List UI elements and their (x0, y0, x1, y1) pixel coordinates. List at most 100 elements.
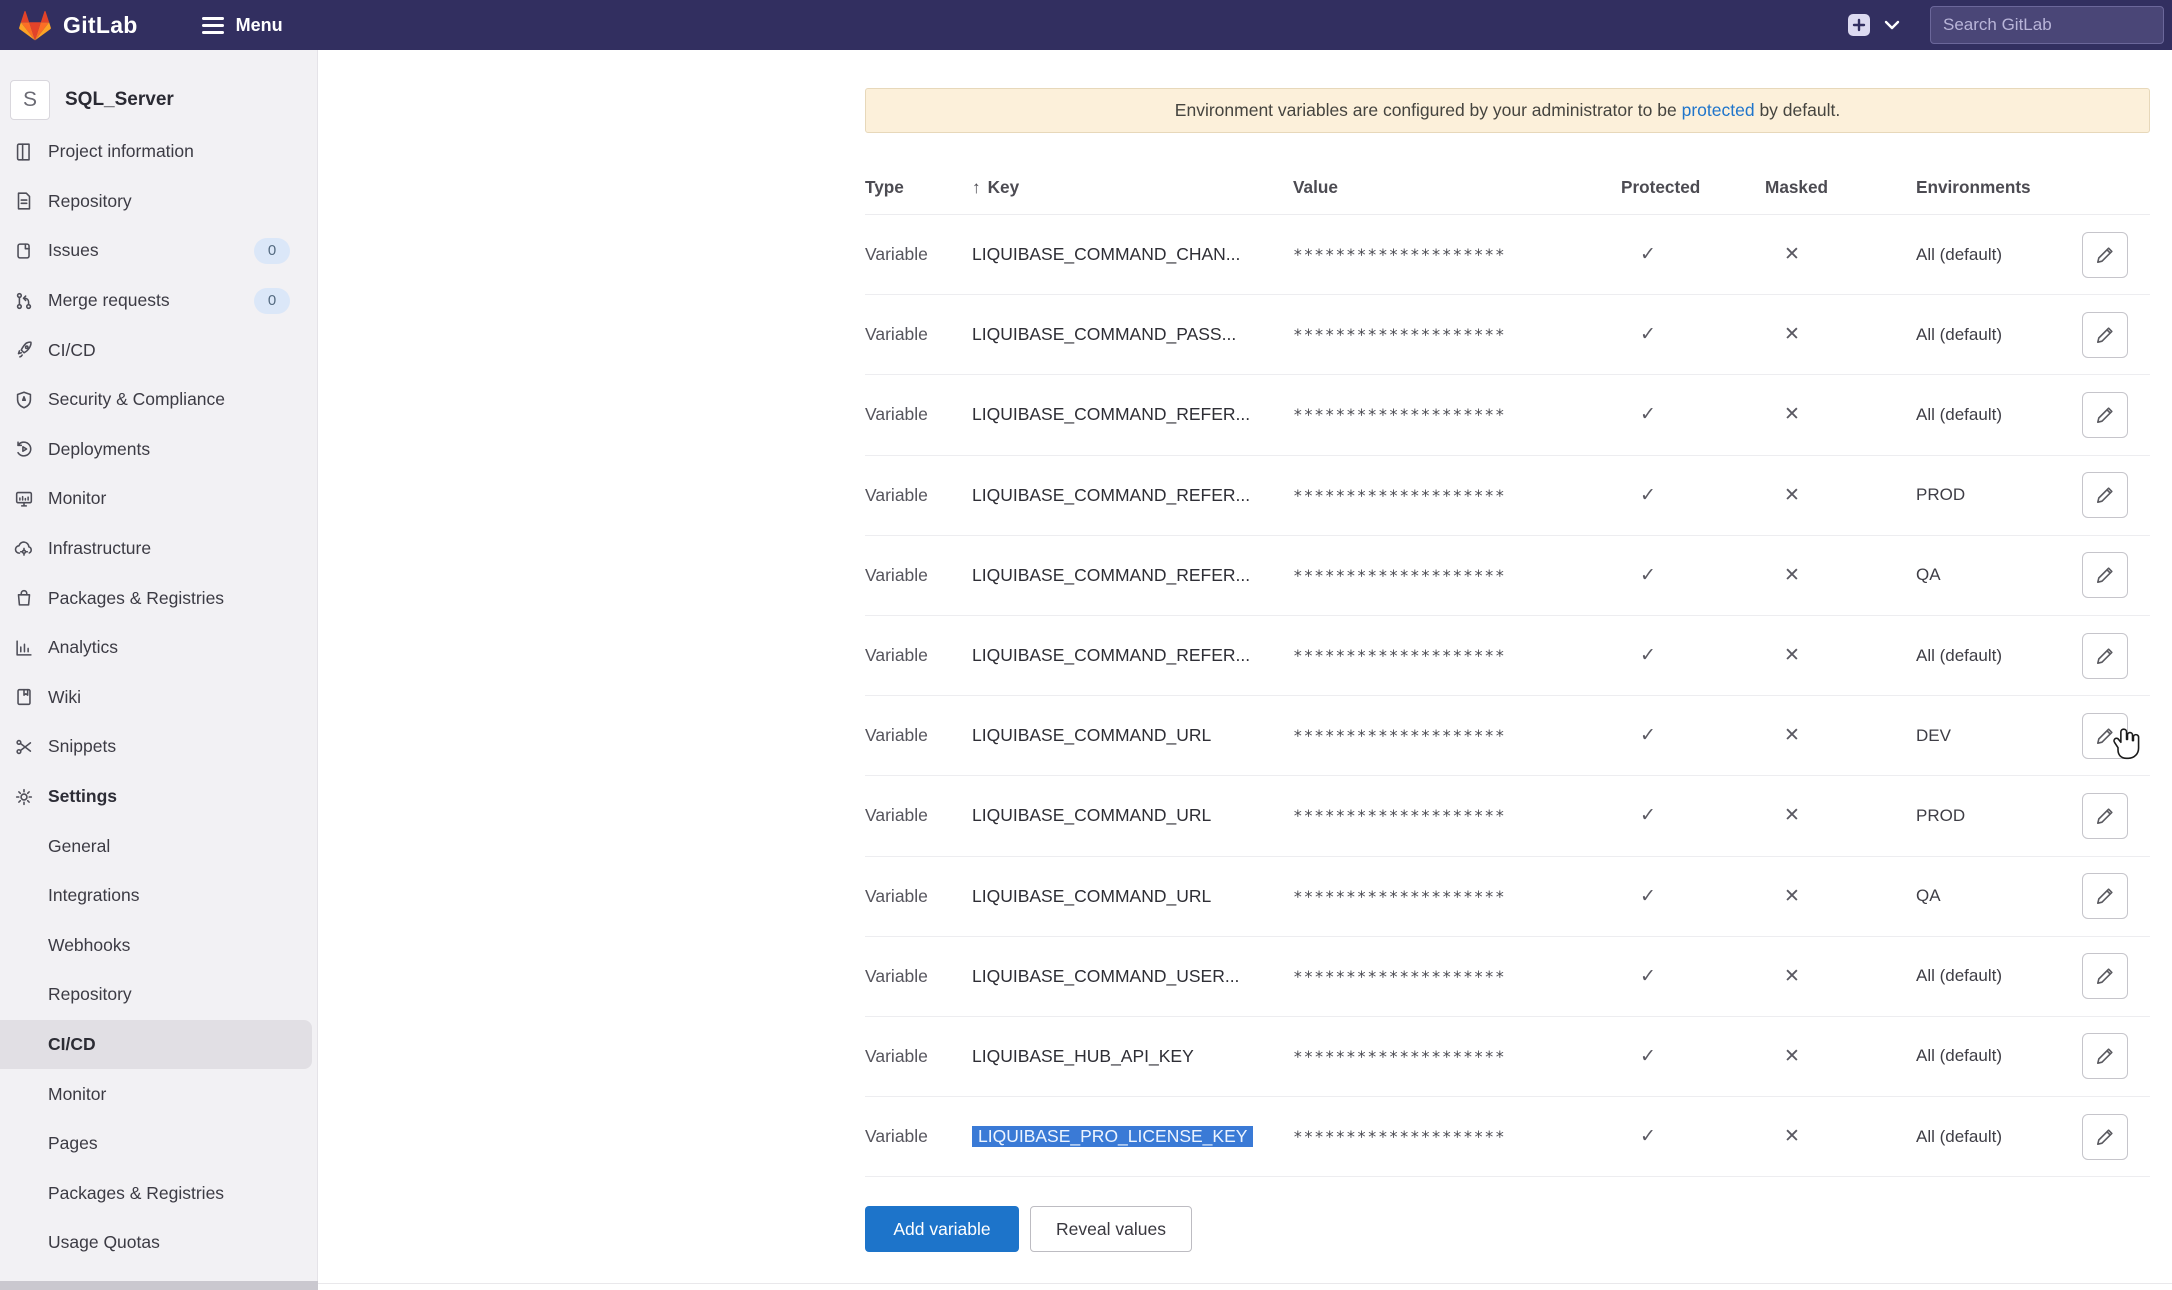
edit-variable-button[interactable] (2082, 552, 2128, 598)
table-actions: Add variable Reveal values (865, 1206, 1192, 1252)
protected-cell: ✓ (1621, 484, 1765, 507)
sidebar-item-monitor[interactable]: Monitor (0, 474, 318, 524)
sidebar-item-repository[interactable]: Repository (0, 177, 318, 227)
pencil-icon (2095, 1127, 2115, 1147)
protected-link[interactable]: protected (1682, 100, 1755, 121)
repository-icon (13, 190, 35, 212)
sidebar-item-merge-requests[interactable]: Merge requests0 (0, 276, 318, 326)
key-text: LIQUIBASE_HUB_API_KEY (972, 1046, 1194, 1066)
sidebar-item-label: Snippets (48, 736, 318, 757)
cross-icon: ✕ (1779, 323, 1805, 346)
variable-masked-value: ******************** (1293, 646, 1621, 665)
sidebar-item-ci-cd[interactable]: CI/CD (0, 325, 318, 375)
protected-cell: ✓ (1621, 1045, 1765, 1068)
project-avatar[interactable]: S (10, 80, 50, 120)
header-key[interactable]: ↑Key (972, 177, 1293, 198)
sidebar-item-snippets[interactable]: Snippets (0, 722, 318, 772)
sidebar-item-deployments[interactable]: Deployments (0, 425, 318, 475)
variable-key: LIQUIBASE_HUB_API_KEY (972, 1046, 1293, 1067)
variable-key: LIQUIBASE_COMMAND_CHAN... (972, 244, 1293, 265)
variable-masked-value: ******************** (1293, 806, 1621, 825)
edit-variable-button[interactable] (2082, 472, 2128, 518)
sidebar-item-label: Merge requests (48, 290, 254, 311)
header-value[interactable]: Value (1293, 177, 1621, 198)
sidebar-subitem-pages[interactable]: Pages (0, 1119, 318, 1169)
sidebar-subitem-usage-quotas[interactable]: Usage Quotas (0, 1218, 318, 1268)
edit-variable-button[interactable] (2082, 633, 2128, 679)
edit-variable-button[interactable] (2082, 1033, 2128, 1079)
variable-masked-value: ******************** (1293, 566, 1621, 585)
header-environments[interactable]: Environments (1916, 177, 2080, 198)
edit-variable-button[interactable] (2082, 312, 2128, 358)
pencil-icon (2095, 966, 2115, 986)
sidebar-item-analytics[interactable]: Analytics (0, 623, 318, 673)
table-row: VariableLIQUIBASE_HUB_API_KEY***********… (865, 1017, 2150, 1097)
sidebar-item-packages-registries[interactable]: Packages & Registries (0, 573, 318, 623)
sidebar-scrollbar[interactable] (0, 1281, 318, 1290)
sidebar-subitem-general[interactable]: General (0, 821, 318, 871)
infrastructure-icon (13, 538, 35, 560)
sidebar-item-settings[interactable]: Settings (0, 772, 318, 822)
check-icon: ✓ (1635, 1125, 1661, 1148)
sidebar-item-security-compliance[interactable]: Security & Compliance (0, 375, 318, 425)
masked-cell: ✕ (1765, 965, 1916, 988)
main-content: Environment variables are configured by … (318, 50, 2172, 1290)
gitlab-brand[interactable]: GitLab (18, 9, 138, 42)
variable-masked-value: ******************** (1293, 967, 1621, 986)
header-masked[interactable]: Masked (1765, 177, 1916, 198)
sidebar-subitem-monitor[interactable]: Monitor (0, 1069, 318, 1119)
variable-key: LIQUIBASE_PRO_LICENSE_KEY (972, 1126, 1293, 1147)
edit-variable-button[interactable] (2082, 232, 2128, 278)
reveal-values-button[interactable]: Reveal values (1030, 1206, 1192, 1252)
key-text: LIQUIBASE_COMMAND_REFER... (972, 565, 1250, 585)
edit-variable-button[interactable] (2082, 1114, 2128, 1160)
variable-type: Variable (865, 645, 972, 666)
table-row: VariableLIQUIBASE_COMMAND_REFER...******… (865, 616, 2150, 696)
search-box[interactable] (1930, 6, 2164, 44)
edit-variable-button[interactable] (2082, 392, 2128, 438)
variable-masked-value: ******************** (1293, 405, 1621, 424)
sidebar-item-issues[interactable]: Issues0 (0, 226, 318, 276)
sidebar-subitem-label: General (48, 836, 318, 857)
add-variable-button[interactable]: Add variable (865, 1206, 1019, 1252)
project-name[interactable]: SQL_Server (65, 89, 174, 111)
variable-key: LIQUIBASE_COMMAND_URL (972, 886, 1293, 907)
pencil-icon (2095, 726, 2115, 746)
menu-button[interactable]: Menu (202, 15, 283, 36)
edit-variable-button[interactable] (2082, 793, 2128, 839)
protected-cell: ✓ (1621, 724, 1765, 747)
sort-ascending-icon: ↑ (972, 177, 981, 197)
sidebar-subitem-integrations[interactable]: Integrations (0, 871, 318, 921)
new-menu-button[interactable] (1848, 14, 1870, 36)
pencil-icon (2095, 325, 2115, 345)
merge-requests-icon (13, 290, 35, 312)
check-icon: ✓ (1635, 564, 1661, 587)
deployments-icon (13, 438, 35, 460)
sidebar-subitem-label: Usage Quotas (48, 1232, 318, 1253)
cross-icon: ✕ (1779, 885, 1805, 908)
variable-type: Variable (865, 886, 972, 907)
sidebar-subitem-packages-registries[interactable]: Packages & Registries (0, 1168, 318, 1218)
chevron-down-icon[interactable] (1884, 20, 1900, 30)
search-input[interactable] (1931, 15, 2163, 35)
variable-environment-scope: QA (1916, 886, 2080, 906)
sidebar-item-project-information[interactable]: Project information (0, 127, 318, 177)
sidebar-item-wiki[interactable]: Wiki (0, 673, 318, 723)
table-row: VariableLIQUIBASE_COMMAND_REFER...******… (865, 375, 2150, 455)
sidebar-item-label: Wiki (48, 687, 318, 708)
header-protected[interactable]: Protected (1621, 177, 1765, 198)
masked-cell: ✕ (1765, 243, 1916, 266)
sidebar-subitem-label: Webhooks (48, 935, 318, 956)
edit-variable-button[interactable] (2082, 873, 2128, 919)
sidebar-subitem-label: Monitor (48, 1084, 318, 1105)
header-type[interactable]: Type (865, 177, 972, 198)
protected-variables-banner: Environment variables are configured by … (865, 88, 2150, 133)
sidebar: S SQL_Server Project informationReposito… (0, 50, 318, 1290)
sidebar-subitem-webhooks[interactable]: Webhooks (0, 921, 318, 971)
sidebar-item-infrastructure[interactable]: Infrastructure (0, 524, 318, 574)
sidebar-subitem-repository[interactable]: Repository (0, 970, 318, 1020)
sidebar-subitem-ci-cd[interactable]: CI/CD (0, 1020, 312, 1070)
edit-variable-button[interactable] (2082, 713, 2128, 759)
sidebar-item-label: Deployments (48, 439, 318, 460)
edit-variable-button[interactable] (2082, 953, 2128, 999)
